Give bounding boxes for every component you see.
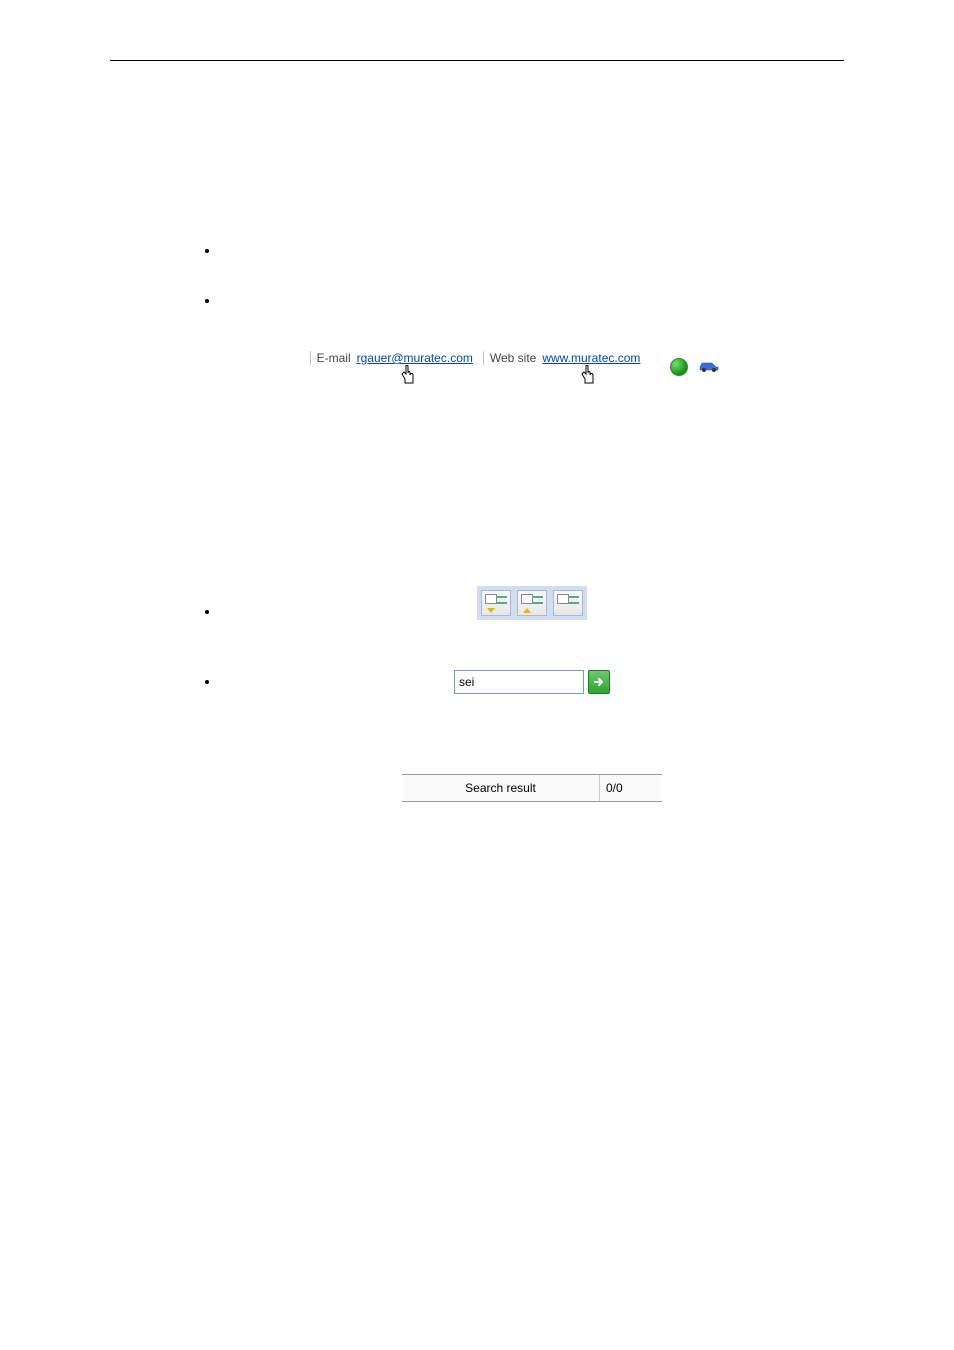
hand-cursor-icon (400, 365, 416, 383)
car-icon[interactable] (698, 359, 714, 375)
list-item: Search result 0/0 (220, 670, 844, 802)
bullet-list-top (180, 241, 844, 310)
search-result-bar: Search result 0/0 (402, 774, 662, 802)
list-item (220, 291, 844, 311)
import-export-button[interactable] (553, 590, 583, 616)
contact-links-row: E-mail rgauer@muratec.com Web site www.m… (180, 340, 844, 376)
result-count: 0/0 (600, 775, 662, 801)
email-label: E-mail (317, 351, 351, 365)
search-input[interactable] (454, 670, 584, 694)
result-label: Search result (402, 775, 600, 801)
bullet-list-mid: Search result 0/0 (180, 586, 844, 802)
list-item (220, 586, 844, 620)
website-link[interactable]: www.muratec.com (542, 351, 640, 365)
search-row (454, 670, 610, 694)
import-export-button[interactable] (481, 590, 511, 616)
search-go-button[interactable] (588, 670, 610, 694)
hand-cursor-icon (580, 365, 596, 383)
header-rule (110, 60, 844, 61)
toolbar-strip (477, 586, 587, 620)
email-field-group: E-mail rgauer@muratec.com (310, 351, 473, 365)
website-field-group: Web site www.muratec.com (483, 351, 641, 365)
phone-icon[interactable] (670, 358, 688, 376)
email-link[interactable]: rgauer@muratec.com (357, 351, 473, 365)
website-label: Web site (490, 351, 536, 365)
import-export-button[interactable] (517, 590, 547, 616)
list-item (220, 241, 844, 261)
